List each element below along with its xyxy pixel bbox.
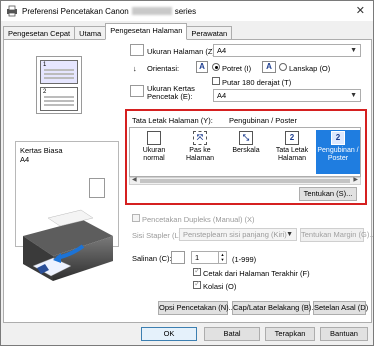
page-layout-icon: 2 [285, 131, 299, 145]
specify-button[interactable]: Tentukan (S)... [299, 187, 357, 201]
printer-paper-size-select[interactable]: A4 ▼ [213, 89, 361, 102]
print-from-last-page-label: Cetak dari Halaman Terakhir (F) [203, 269, 310, 278]
page-size-select[interactable]: A4 ▼ [213, 44, 361, 57]
apply-button[interactable]: Terapkan [265, 327, 315, 341]
scaled-icon: ⤡ [239, 131, 253, 145]
layout-item-normal-size[interactable]: Ukuran normal [132, 130, 176, 174]
landscape-radio[interactable] [279, 63, 287, 71]
tab-page-setup[interactable]: Pengesetan Halaman [105, 23, 188, 40]
collate-checkbox[interactable] [193, 279, 201, 289]
layout-item-tiling-poster[interactable]: 2 Pengubinan / Poster [316, 130, 360, 174]
close-icon[interactable]: ✕ [356, 4, 365, 17]
landscape-label: Lanskap (O) [289, 64, 331, 73]
collate-label: Kolasi (O) [203, 282, 237, 291]
portrait-label: Potret (I) [222, 64, 252, 73]
ok-button[interactable]: OK [141, 327, 197, 341]
page-layout-current: Pengubinan / Poster [229, 116, 297, 125]
printer-paper-size-label: Ukuran Kertas Pencetak (E): [147, 84, 195, 101]
copies-icon [171, 251, 185, 264]
window-title: Preferensi Pencetakan Canon series [22, 6, 197, 16]
layout-item-scaled[interactable]: ⤡ Berskala [224, 130, 268, 174]
chevron-down-icon: ▼ [350, 47, 357, 54]
rotate-180-label: Putar 180 derajat (T) [222, 78, 292, 87]
rotate-180-checkbox[interactable] [212, 77, 220, 85]
chevron-down-icon: ▼ [350, 92, 357, 99]
layout-preview: 1 2 [36, 56, 82, 114]
layout-list-scrollbar[interactable]: ◀ ▶ [129, 177, 361, 185]
printer-preferences-window: Preferensi Pencetakan Canon series ✕ Peng… [0, 0, 374, 346]
help-button[interactable]: Bantuan [320, 327, 368, 341]
preview-page-1: 1 [40, 60, 78, 84]
normal-size-icon [147, 131, 161, 145]
tiling-poster-icon: 2 [331, 131, 345, 145]
tab-maintenance[interactable]: Perawatan [186, 26, 233, 40]
fit-to-page-icon: ⤧ [193, 131, 207, 145]
print-from-last-page-checkbox[interactable] [193, 266, 201, 276]
copies-spinbox[interactable]: 1 ▲ ▼ [191, 251, 227, 264]
orientation-label: Orientasi: [147, 64, 180, 73]
scrollbar-thumb[interactable] [140, 179, 350, 183]
print-options-button[interactable]: Opsi Pencetakan (N)... [158, 301, 235, 315]
page-layout-list: Ukuran normal ⤧ Pas ke Halaman ⤡ Berskal… [129, 127, 361, 177]
page-size-label: Ukuran Halaman (Z): [147, 47, 218, 56]
stamp-background-button[interactable]: Cap/Latar Belakang (B)... [232, 301, 318, 315]
copies-label: Salinan (C): [132, 254, 172, 263]
scroll-right-icon[interactable]: ▶ [353, 176, 358, 183]
cancel-button[interactable]: Batal [204, 327, 260, 341]
stapling-side-label: Sisi Stapler (L): [132, 231, 184, 240]
portrait-radio[interactable] [212, 63, 220, 71]
printer-paper-icon [130, 85, 144, 97]
copies-range-label: (1-999) [232, 255, 257, 264]
chevron-down-icon: ▼ [286, 231, 293, 238]
page-size-icon [130, 44, 144, 56]
redacted-model-name [131, 7, 172, 16]
layout-item-fit-to-page[interactable]: ⤧ Pas ke Halaman [178, 130, 222, 174]
stapling-side-select[interactable]: Pensteplearn sisi panjang (Kiri) ▼ [179, 228, 297, 241]
duplex-checkbox[interactable] [132, 214, 140, 222]
duplex-label: Pencetakan Dupleks (Manual) (X) [142, 215, 255, 224]
specify-margin-button[interactable]: Tentukan Margin (G)... [300, 228, 374, 242]
printer-illustration-icon [23, 209, 113, 281]
landscape-icon: A [262, 61, 276, 73]
spin-down-icon[interactable]: ▼ [218, 257, 226, 263]
layout-item-page-layout[interactable]: 2 Tata Letak Halaman [270, 130, 314, 174]
tab-main[interactable]: Utama [74, 26, 107, 40]
orientation-arrow-icon: ↓ [133, 64, 137, 73]
paper-icon [89, 178, 105, 198]
defaults-button[interactable]: Setelan Asal (D) [313, 301, 368, 315]
printer-app-icon [6, 5, 18, 17]
preview-page-2: 2 [40, 87, 78, 111]
portrait-icon: A [196, 61, 208, 73]
paper-info-label: Kertas Biasa A4 [20, 146, 63, 164]
tab-quick-setup[interactable]: Pengesetan Cepat [3, 26, 76, 40]
page-layout-label: Tata Letak Halaman (Y): [132, 116, 213, 125]
tab-strip: Pengesetan Cepat Utama Pengesetan Halama… [3, 22, 233, 40]
title-bar: Preferensi Pencetakan Canon series ✕ [1, 1, 373, 21]
scroll-left-icon[interactable]: ◀ [132, 176, 137, 183]
